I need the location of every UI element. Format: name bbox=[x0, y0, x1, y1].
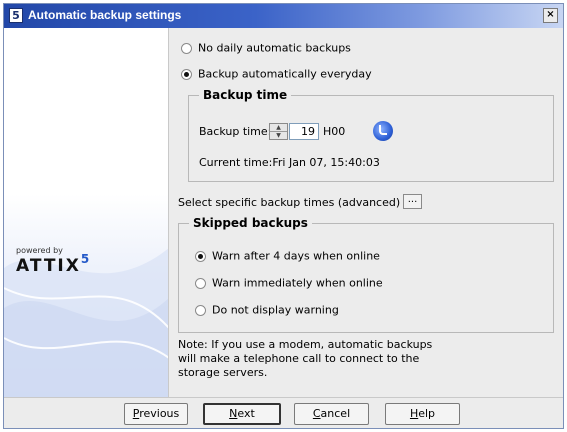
radio-icon-selected bbox=[195, 250, 206, 262]
mnemonic: C bbox=[312, 407, 321, 420]
dialog-window: 5 Automatic backup settings × powered by… bbox=[3, 3, 564, 429]
button-label: revious bbox=[139, 407, 180, 420]
radio-warn-immediately[interactable]: Warn immediately when online bbox=[195, 276, 383, 290]
spin-up-icon[interactable]: ▲ bbox=[270, 124, 287, 132]
button-label: ext bbox=[237, 407, 255, 420]
radio-no-daily-backups[interactable]: No daily automatic backups bbox=[181, 41, 351, 55]
button-bar: Previous Next Cancel Help bbox=[4, 397, 563, 428]
note-line: Note: If you use a modem, automatic back… bbox=[178, 338, 433, 351]
advanced-times-button[interactable]: ... bbox=[403, 194, 422, 209]
radio-icon bbox=[195, 304, 206, 316]
powered-by-label: powered by bbox=[16, 246, 63, 255]
window-title: Automatic backup settings bbox=[28, 8, 182, 22]
group-title: Skipped backups bbox=[189, 216, 312, 230]
radio-label: No daily automatic backups bbox=[198, 41, 351, 55]
modem-note: Note: If you use a modem, automatic back… bbox=[178, 338, 432, 380]
radio-icon-selected bbox=[181, 68, 192, 80]
previous-button[interactable]: Previous bbox=[124, 403, 188, 425]
radio-label: Do not display warning bbox=[212, 303, 339, 317]
clock-icon[interactable] bbox=[373, 121, 393, 141]
help-button[interactable]: Help bbox=[385, 403, 460, 425]
backup-time-label: Backup time: bbox=[199, 125, 272, 138]
mnemonic: H bbox=[409, 407, 419, 420]
radio-backup-everyday[interactable]: Backup automatically everyday bbox=[181, 67, 372, 81]
side-panel: powered by ATTIX5 bbox=[4, 28, 169, 397]
button-label: elp bbox=[418, 407, 436, 420]
group-title: Backup time bbox=[199, 88, 292, 102]
close-button[interactable]: × bbox=[543, 8, 558, 23]
current-time: Current time:Fri Jan 07, 15:40:03 bbox=[199, 156, 380, 169]
radio-label: Warn after 4 days when online bbox=[212, 249, 380, 263]
logo-text: ATTIX bbox=[16, 256, 81, 276]
radio-label: Warn immediately when online bbox=[212, 276, 383, 290]
spin-down-icon[interactable]: ▼ bbox=[270, 132, 287, 139]
cancel-button[interactable]: Cancel bbox=[294, 403, 369, 425]
note-line: will make a telephone call to connect to… bbox=[178, 352, 420, 365]
logo-superscript: 5 bbox=[80, 252, 90, 266]
radio-label: Backup automatically everyday bbox=[198, 67, 372, 81]
hour-input[interactable]: 19 bbox=[289, 123, 319, 140]
radio-no-warning[interactable]: Do not display warning bbox=[195, 303, 339, 317]
app-icon: 5 bbox=[9, 8, 23, 23]
radio-icon bbox=[181, 42, 192, 54]
hour-unit: H00 bbox=[323, 125, 346, 138]
backup-time-group: Backup time Backup time: ▲ ▼ 19 H00 Curr… bbox=[188, 88, 554, 182]
note-line: storage servers. bbox=[178, 366, 268, 379]
hour-spinner[interactable]: ▲ ▼ bbox=[269, 123, 288, 140]
attix-logo: ATTIX5 bbox=[16, 252, 89, 276]
advanced-times-label: Select specific backup times (advanced) bbox=[178, 196, 401, 209]
title-bar: 5 Automatic backup settings × bbox=[4, 4, 563, 28]
radio-icon bbox=[195, 277, 206, 289]
radio-warn-after-4-days[interactable]: Warn after 4 days when online bbox=[195, 249, 380, 263]
button-label: ancel bbox=[320, 407, 351, 420]
next-button[interactable]: Next bbox=[203, 403, 281, 425]
